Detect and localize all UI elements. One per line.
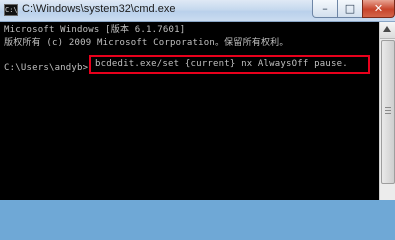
minimize-button[interactable]: – [312, 0, 338, 18]
maximize-button[interactable]: □ [337, 0, 363, 18]
window-title: C:\Windows\system32\cmd.exe [22, 3, 176, 15]
grip-icon [385, 107, 391, 108]
prompt-text: C:\Users\andyb> [4, 63, 89, 73]
command-highlight-box [89, 55, 370, 74]
arrow-up-icon [383, 26, 391, 32]
maximize-icon: □ [344, 2, 356, 15]
console-output[interactable]: Microsoft Windows [版本 6.1.7601] 版权所有 (c)… [0, 22, 379, 200]
title-bar[interactable]: C:\ C:\Windows\system32\cmd.exe – □ ✕ [0, 0, 395, 22]
minimize-icon: – [322, 2, 328, 15]
copyright-line: 版权所有 (c) 2009 Microsoft Corporation。保留所有… [4, 38, 289, 48]
cmd-app-icon[interactable]: C:\ [4, 4, 18, 16]
scroll-up-button[interactable] [380, 22, 395, 39]
close-button[interactable]: ✕ [362, 0, 395, 18]
vertical-scrollbar[interactable] [379, 22, 395, 200]
cmd-window: C:\ C:\Windows\system32\cmd.exe – □ ✕ Mi… [0, 0, 395, 200]
close-icon: ✕ [373, 2, 384, 15]
version-line: Microsoft Windows [版本 6.1.7601] [4, 25, 186, 35]
scrollbar-thumb[interactable] [381, 40, 395, 184]
